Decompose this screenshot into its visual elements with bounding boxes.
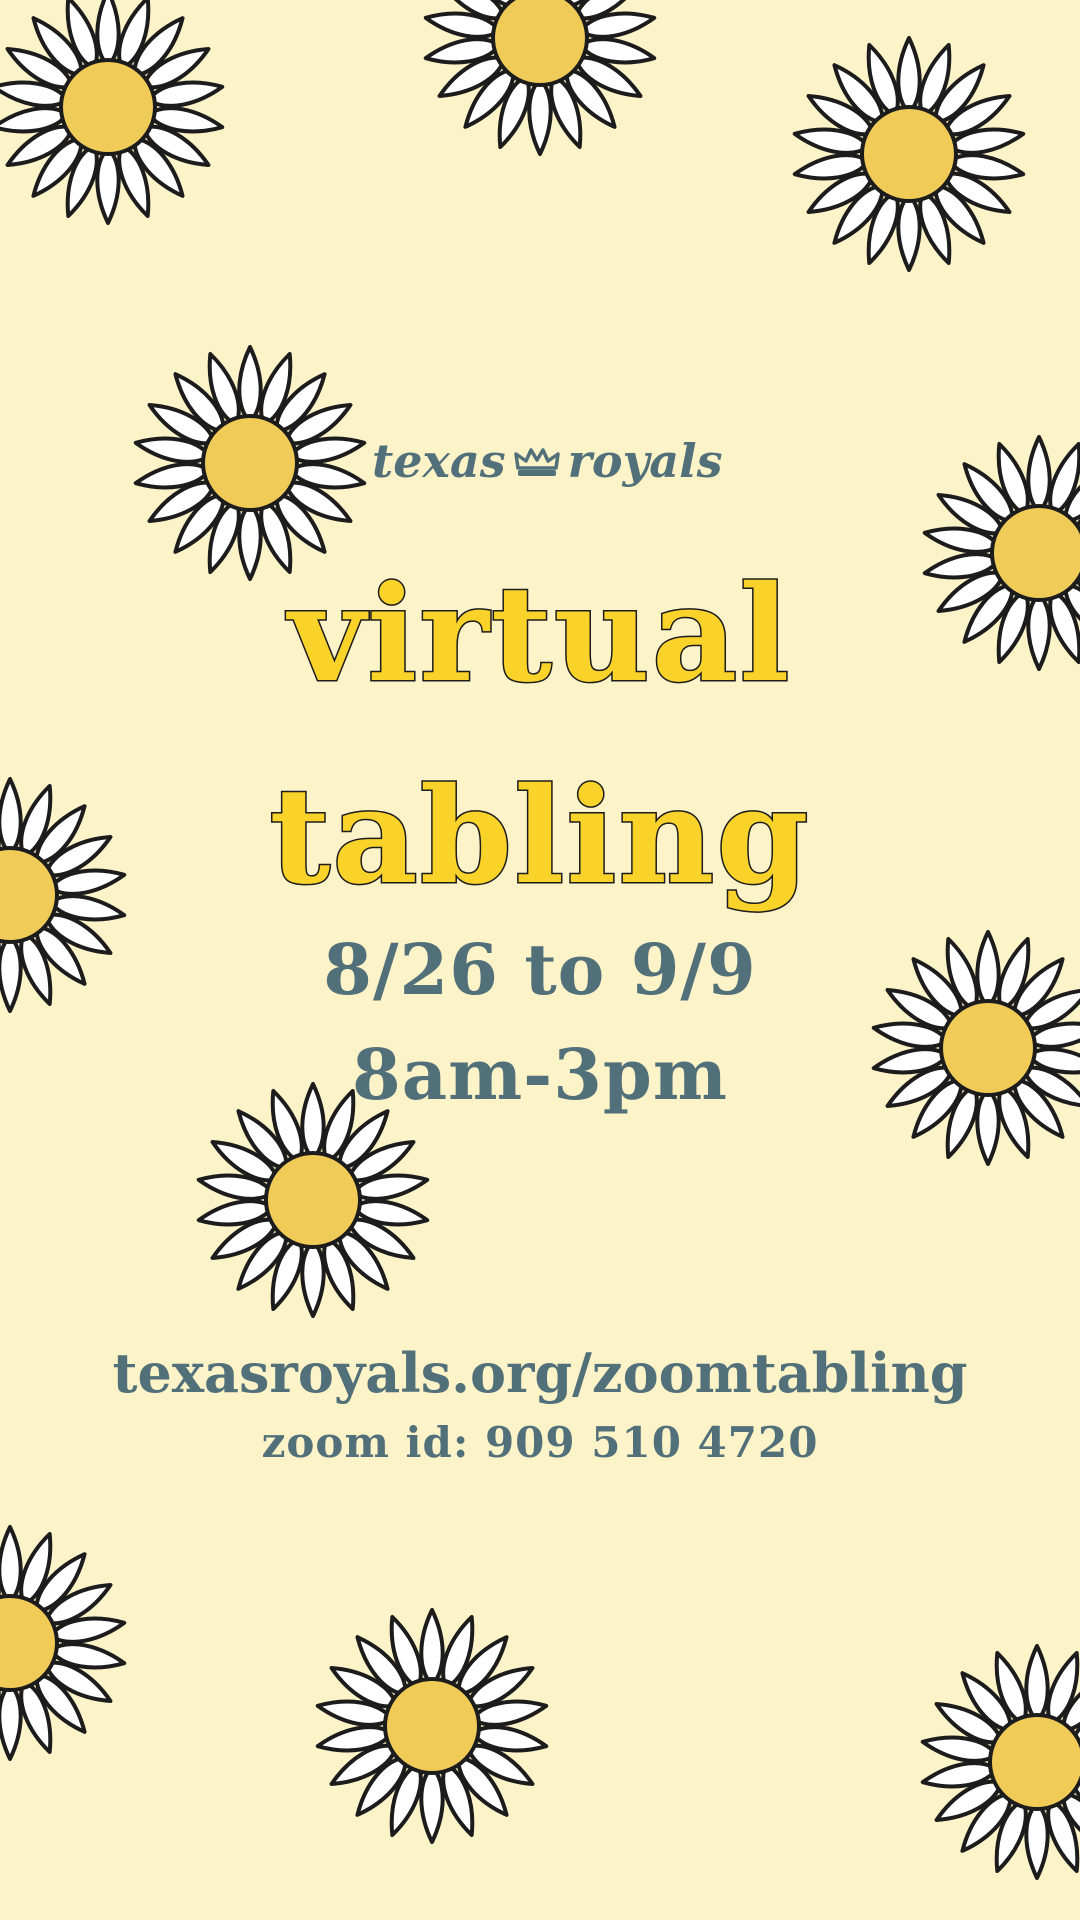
event-hours: 8am-3pm [352, 1033, 728, 1116]
event-url[interactable]: texasroyals.org/zoomtabling [0, 1338, 1080, 1408]
daisy-icon [792, 36, 1026, 272]
daisy-icon [0, 0, 225, 225]
brand-word-royals: royals [567, 434, 723, 488]
daisy-icon [315, 1608, 549, 1844]
headline-virtual: virtual [287, 557, 792, 712]
daisy-icon [920, 1644, 1080, 1880]
zoom-id: zoom id: 909 510 4720 [261, 1418, 819, 1467]
daisy-icon [423, 0, 657, 156]
headline-tabling: tabling [268, 759, 811, 914]
daisy-icon [0, 1525, 127, 1761]
brand-word-texas: texas [372, 434, 506, 488]
event-dates: 8/26 to 9/9 [323, 928, 757, 1011]
brand-logo: texas royals [372, 428, 722, 494]
daisy-icon [133, 345, 367, 581]
crown-icon [513, 448, 560, 476]
